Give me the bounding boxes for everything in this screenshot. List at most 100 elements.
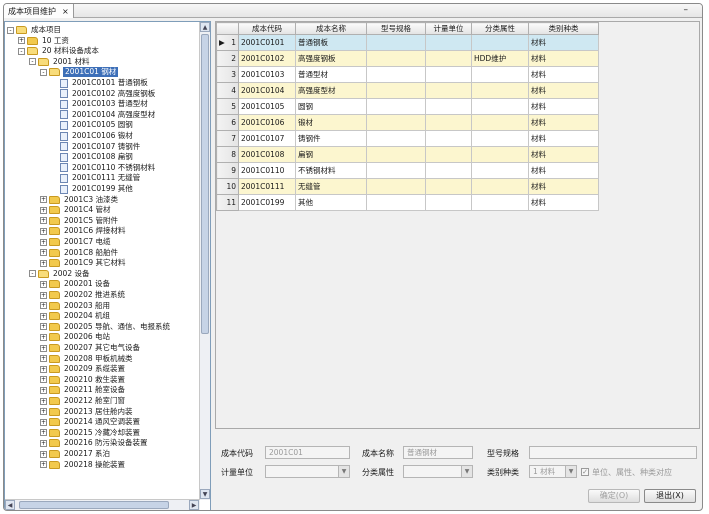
table-cell[interactable] (425, 82, 472, 99)
table-cell[interactable]: 2001C0199 (238, 194, 296, 211)
name-field[interactable]: 普通钢材 (403, 446, 473, 459)
row-header[interactable]: 3 (216, 66, 239, 83)
expand-icon[interactable]: + (40, 323, 47, 331)
table-cell[interactable] (366, 66, 426, 83)
column-header[interactable]: 类别种类 (528, 22, 599, 35)
collapse-icon[interactable]: - (29, 270, 36, 278)
scroll-up-icon[interactable]: ▲ (200, 22, 210, 32)
tree-node[interactable]: +2001C5 管附件 (40, 216, 119, 226)
table-cell[interactable] (471, 162, 529, 179)
tree-node[interactable]: +2001C4 管材 (40, 205, 111, 215)
tree-node[interactable]: +10 工资 (18, 36, 70, 46)
code-field[interactable]: 2001C01 (265, 446, 350, 459)
table-cell[interactable] (425, 98, 472, 115)
table-cell[interactable] (471, 146, 529, 163)
close-icon[interactable]: × (62, 7, 69, 16)
class-select[interactable]: ▼ (403, 465, 473, 478)
table-cell[interactable]: 普通型材 (295, 66, 367, 83)
expand-icon[interactable]: + (40, 302, 47, 310)
correspond-checkbox[interactable]: ✓ (581, 468, 589, 476)
table-cell[interactable]: 其他 (295, 194, 367, 211)
tree-node[interactable]: - 2001C01 钢材 (40, 67, 119, 78)
tree-node[interactable]: +200207 其它电气设备 (40, 343, 141, 353)
table-cell[interactable] (425, 66, 472, 83)
expand-icon[interactable]: + (40, 312, 47, 320)
table-cell[interactable]: 2001C0102 (238, 50, 296, 67)
table-cell[interactable]: HDD维护 (471, 50, 529, 67)
expand-icon[interactable]: + (40, 249, 47, 257)
table-row[interactable]: ▶ 1 2001C0101 普通钢板 材料 (216, 34, 599, 51)
tree-node[interactable]: +200213 居住舱内装 (40, 407, 134, 417)
expand-icon[interactable]: + (40, 280, 47, 288)
tree-node[interactable]: 2001C0103 普通型材 (51, 99, 149, 109)
table-cell[interactable] (471, 178, 529, 195)
tree-node[interactable]: +200216 防污染设备装置 (40, 438, 149, 448)
expand-icon[interactable]: + (40, 450, 47, 458)
tree-node[interactable]: - 成本项目 (7, 25, 62, 35)
tree-node[interactable]: +2001C8 船舶件 (40, 248, 119, 258)
tree-node[interactable]: +200211 舱室设备 (40, 385, 126, 395)
collapse-icon[interactable]: - (40, 68, 47, 76)
column-header[interactable]: 分类属性 (471, 22, 529, 35)
table-cell[interactable]: 不锈钢材料 (295, 162, 367, 179)
expand-icon[interactable]: + (18, 37, 25, 45)
table-cell[interactable] (366, 114, 426, 131)
table-cell[interactable] (425, 178, 472, 195)
row-header[interactable]: 8 (216, 146, 239, 163)
table-cell[interactable]: 普通钢板 (295, 34, 367, 51)
scroll-down-icon[interactable]: ▼ (200, 489, 210, 499)
unit-select[interactable]: ▼ (265, 465, 350, 478)
table-cell[interactable]: 2001C0101 (238, 34, 296, 51)
table-cell[interactable]: 材料 (528, 34, 599, 51)
tree-node[interactable]: +200209 系缆装置 (40, 364, 126, 374)
tree-node[interactable]: 2001C0105 圆钢 (51, 120, 134, 130)
table-cell[interactable]: 2001C0108 (238, 146, 296, 163)
table-cell[interactable] (471, 114, 529, 131)
table-row[interactable]: 7 2001C0107 铸钢件 材料 (216, 130, 599, 147)
expand-icon[interactable]: + (40, 344, 47, 352)
row-header[interactable]: 7 (216, 130, 239, 147)
tree-node[interactable]: +200212 舱室门窗 (40, 396, 126, 406)
expand-icon[interactable]: + (40, 461, 47, 469)
table-cell[interactable] (366, 162, 426, 179)
tree-node[interactable]: +200206 电站 (40, 332, 111, 342)
table-cell[interactable] (425, 34, 472, 51)
table-cell[interactable]: 2001C0110 (238, 162, 296, 179)
chevron-down-icon[interactable]: ▼ (338, 466, 349, 477)
tree-horizontal-scrollbar[interactable]: ◀ ▶ (5, 499, 200, 510)
expand-icon[interactable]: + (40, 355, 47, 363)
row-header[interactable]: 5 (216, 98, 239, 115)
tree-node[interactable]: +200217 系泊 (40, 449, 111, 459)
table-cell[interactable] (366, 194, 426, 211)
table-cell[interactable]: 材料 (528, 162, 599, 179)
tab-cost-items[interactable]: 成本项目维护 × (4, 4, 74, 18)
column-header[interactable]: 成本代码 (238, 22, 296, 35)
expand-icon[interactable]: + (40, 397, 47, 405)
tree-node[interactable]: 2001C0108 扁钢 (51, 152, 134, 162)
tree-node[interactable]: 2001C0102 高强度钢板 (51, 89, 156, 99)
table-row[interactable]: 2 2001C0102 高强度钢板 HDD维护 材料 (216, 50, 599, 67)
table-cell[interactable]: 材料 (528, 82, 599, 99)
expand-icon[interactable]: + (40, 196, 47, 204)
expand-icon[interactable]: + (40, 217, 47, 225)
table-row[interactable]: 5 2001C0105 圆钢 材料 (216, 98, 599, 115)
table-cell[interactable]: 高强度钢板 (295, 50, 367, 67)
tree-node[interactable]: +200201 设备 (40, 279, 111, 289)
scroll-thumb[interactable] (201, 34, 209, 334)
tree-node[interactable]: - 20 材料设备成本 (18, 46, 100, 56)
table-cell[interactable]: 2001C0107 (238, 130, 296, 147)
tree-node[interactable]: +200214 通风空调装置 (40, 417, 141, 427)
table-row[interactable]: 10 2001C0111 无缝管 材料 (216, 178, 599, 195)
table-cell[interactable] (425, 146, 472, 163)
table-row[interactable]: 11 2001C0199 其他 材料 (216, 194, 599, 211)
column-header[interactable]: 计量单位 (425, 22, 472, 35)
tree-node[interactable]: +2001C9 其它材料 (40, 258, 126, 268)
table-cell[interactable] (471, 66, 529, 83)
table-cell[interactable]: 扁钢 (295, 146, 367, 163)
table-cell[interactable] (425, 130, 472, 147)
tree-node[interactable]: - 2001 材料 (29, 57, 90, 67)
tree-node[interactable]: +200202 推进系统 (40, 290, 126, 300)
tree-node[interactable]: 2001C0110 不锈钢材料 (51, 163, 156, 173)
tree-node[interactable]: - 2002 设备 (29, 269, 90, 279)
tree-node[interactable]: 2001C0106 锻材 (51, 131, 134, 141)
